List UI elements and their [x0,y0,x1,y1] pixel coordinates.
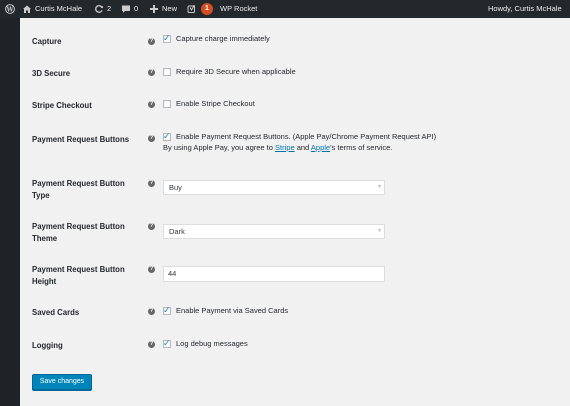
wordpress-menu[interactable]: W [4,0,16,18]
admin-menu-edge [0,18,20,406]
home-icon [23,5,31,13]
stripe-checkout-checkbox[interactable] [163,100,171,108]
help-icon[interactable]: ? [148,180,155,187]
payment-request-checkbox[interactable]: ✓ [163,131,171,141]
settings-form: Capture ? ✓ Capture charge immediately 3… [20,18,570,406]
button-type-value: Buy [169,183,182,192]
select-arrow-icon: ▾ [377,184,381,190]
button-type-label-line1: Payment Request Button [32,179,125,188]
button-type-select[interactable]: Buy ▾ [163,180,385,195]
check-icon: ✓ [163,131,171,141]
account-greeting[interactable]: Howdy, Curtis McHale [488,0,562,18]
terms-and: and [294,143,311,152]
help-icon[interactable]: ? [148,266,155,273]
logging-text: Log debug messages [176,339,248,348]
site-name-menu[interactable]: Curtis McHale [22,0,82,18]
saved-cards-checkbox[interactable]: ✓ [163,305,171,315]
help-icon[interactable]: ? [148,135,155,142]
three-d-secure-text: Require 3D Secure when applicable [176,67,296,76]
button-height-input[interactable]: 44 [163,266,385,282]
button-height-label-line1: Payment Request Button [32,265,125,274]
save-changes-button[interactable]: Save changes [32,374,92,390]
notification-badge[interactable]: 1 [201,3,213,15]
capture-text: Capture charge immediately [176,34,270,43]
three-d-secure-label: 3D Secure [32,69,71,78]
admin-bar: W Curtis McHale 2 0 New 1 WP Rocket Howd… [0,0,570,18]
wordpress-icon: W [5,4,15,14]
button-height-label: Payment Request Button Height [32,264,147,287]
check-icon: ✓ [163,305,171,315]
yoast-menu[interactable] [187,0,199,18]
help-icon[interactable]: ? [148,341,155,348]
logging-checkbox[interactable]: ✓ [163,338,171,348]
help-icon[interactable]: ? [148,101,155,108]
saved-cards-text: Enable Payment via Saved Cards [176,306,289,315]
stripe-terms-link[interactable]: Stripe [275,143,295,152]
button-height-label-line2: Height [32,276,57,286]
payment-request-label: Payment Request Buttons [32,135,130,144]
apple-pay-terms-note: By using Apple Pay, you agree to Stripe … [163,143,392,153]
logging-label: Logging [32,341,63,350]
svg-text:W: W [6,6,14,13]
new-content-menu[interactable]: New [149,0,177,18]
button-theme-select[interactable]: Dark ▾ [163,224,385,239]
button-theme-label: Payment Request Button Theme [32,221,147,244]
terms-suffix: 's terms of service. [330,143,393,152]
select-arrow-icon: ▾ [377,228,381,234]
help-icon[interactable]: ? [148,308,155,315]
help-icon[interactable]: ? [148,223,155,230]
help-icon[interactable]: ? [148,69,155,76]
capture-checkbox[interactable]: ✓ [163,33,171,43]
apple-terms-link[interactable]: Apple [311,143,330,152]
button-theme-label-line1: Payment Request Button [32,222,125,231]
yoast-icon [187,4,195,13]
stripe-checkout-label: Stripe Checkout [32,101,92,110]
payment-request-text: Enable Payment Request Buttons. (Apple P… [176,132,437,141]
check-icon: ✓ [163,33,171,43]
plus-icon [150,5,158,13]
help-icon[interactable]: ? [148,38,155,45]
updates-icon [95,5,103,13]
check-icon: ✓ [163,338,171,348]
button-theme-value: Dark [169,227,185,236]
capture-label: Capture [32,37,62,46]
saved-cards-label: Saved Cards [32,308,80,317]
comment-icon [122,5,130,13]
three-d-secure-checkbox[interactable] [163,68,171,76]
button-type-label: Payment Request Button Type [32,178,147,201]
stripe-checkout-text: Enable Stripe Checkout [176,99,255,108]
button-type-label-line2: Type [32,190,50,200]
updates-menu[interactable]: 2 [94,0,111,18]
terms-prefix: By using Apple Pay, you agree to [163,143,276,152]
button-theme-label-line2: Theme [32,233,58,243]
wp-rocket-menu[interactable]: WP Rocket [220,0,257,18]
comments-menu[interactable]: 0 [121,0,138,18]
